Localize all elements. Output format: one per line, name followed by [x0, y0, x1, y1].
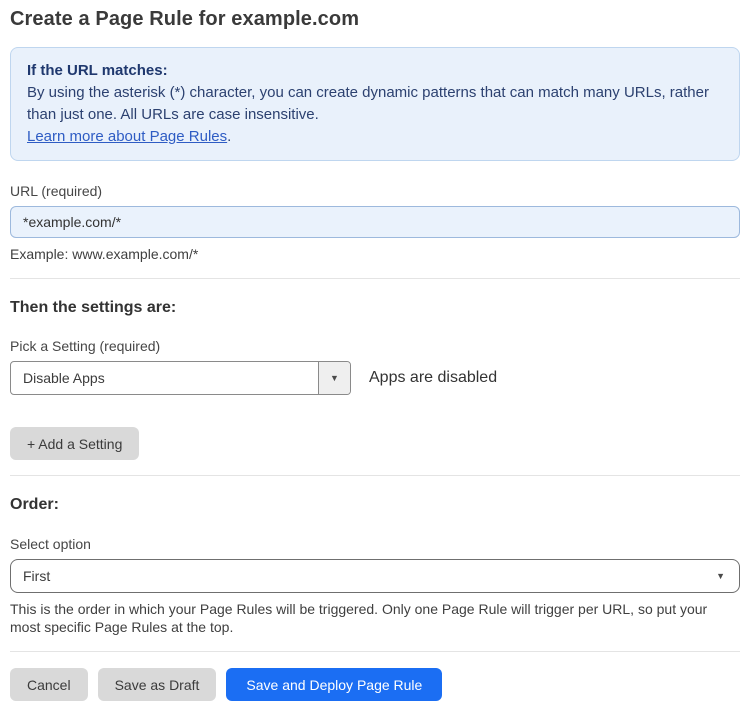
settings-section-heading: Then the settings are:: [10, 299, 177, 316]
cancel-button[interactable]: Cancel: [10, 668, 88, 701]
setting-status-text: Apps are disabled: [369, 369, 498, 386]
add-setting-button[interactable]: + Add a Setting: [10, 427, 140, 460]
divider: [10, 651, 740, 652]
url-field-helper: Example: www.example.com/*: [10, 246, 199, 262]
url-match-info-box: If the URL matches: By using the asteris…: [10, 47, 740, 161]
learn-more-link[interactable]: Learn more about Page Rules: [27, 128, 227, 145]
footer-actions: Cancel Save as Draft Save and Deploy Pag…: [10, 668, 740, 701]
setting-dropdown-value: Disable Apps: [23, 370, 105, 386]
order-select[interactable]: First ▼: [10, 559, 740, 593]
save-and-deploy-button[interactable]: Save and Deploy Page Rule: [226, 668, 443, 701]
info-link-suffix: .: [227, 128, 232, 145]
order-helper-text: This is the order in which your Page Rul…: [10, 601, 708, 635]
page-title: Create a Page Rule for example.com: [10, 8, 360, 30]
order-select-label: Select option: [10, 536, 91, 552]
setting-dropdown-arrow-button[interactable]: ▼: [318, 362, 350, 394]
divider: [10, 278, 740, 279]
save-as-draft-button[interactable]: Save as Draft: [97, 668, 217, 701]
order-select-value: First: [23, 568, 51, 584]
url-field-label: URL (required): [10, 183, 103, 199]
info-box-body: By using the asterisk (*) character, you…: [27, 84, 709, 123]
create-page-rule-panel: Create a Page Rule for example.com If th…: [0, 0, 750, 713]
order-section-heading: Order:: [10, 496, 59, 513]
info-box-link-line: Learn more about Page Rules.: [27, 126, 723, 148]
setting-dropdown[interactable]: Disable Apps ▼: [10, 361, 351, 395]
setting-picker-label: Pick a Setting (required): [10, 338, 161, 354]
setting-row: Disable Apps ▼ Apps are disabled: [10, 361, 740, 395]
caret-down-icon: ▼: [330, 373, 339, 383]
info-box-heading: If the URL matches:: [27, 62, 168, 79]
divider: [10, 475, 740, 476]
caret-down-icon: ▼: [716, 571, 725, 581]
url-input[interactable]: [10, 206, 740, 238]
